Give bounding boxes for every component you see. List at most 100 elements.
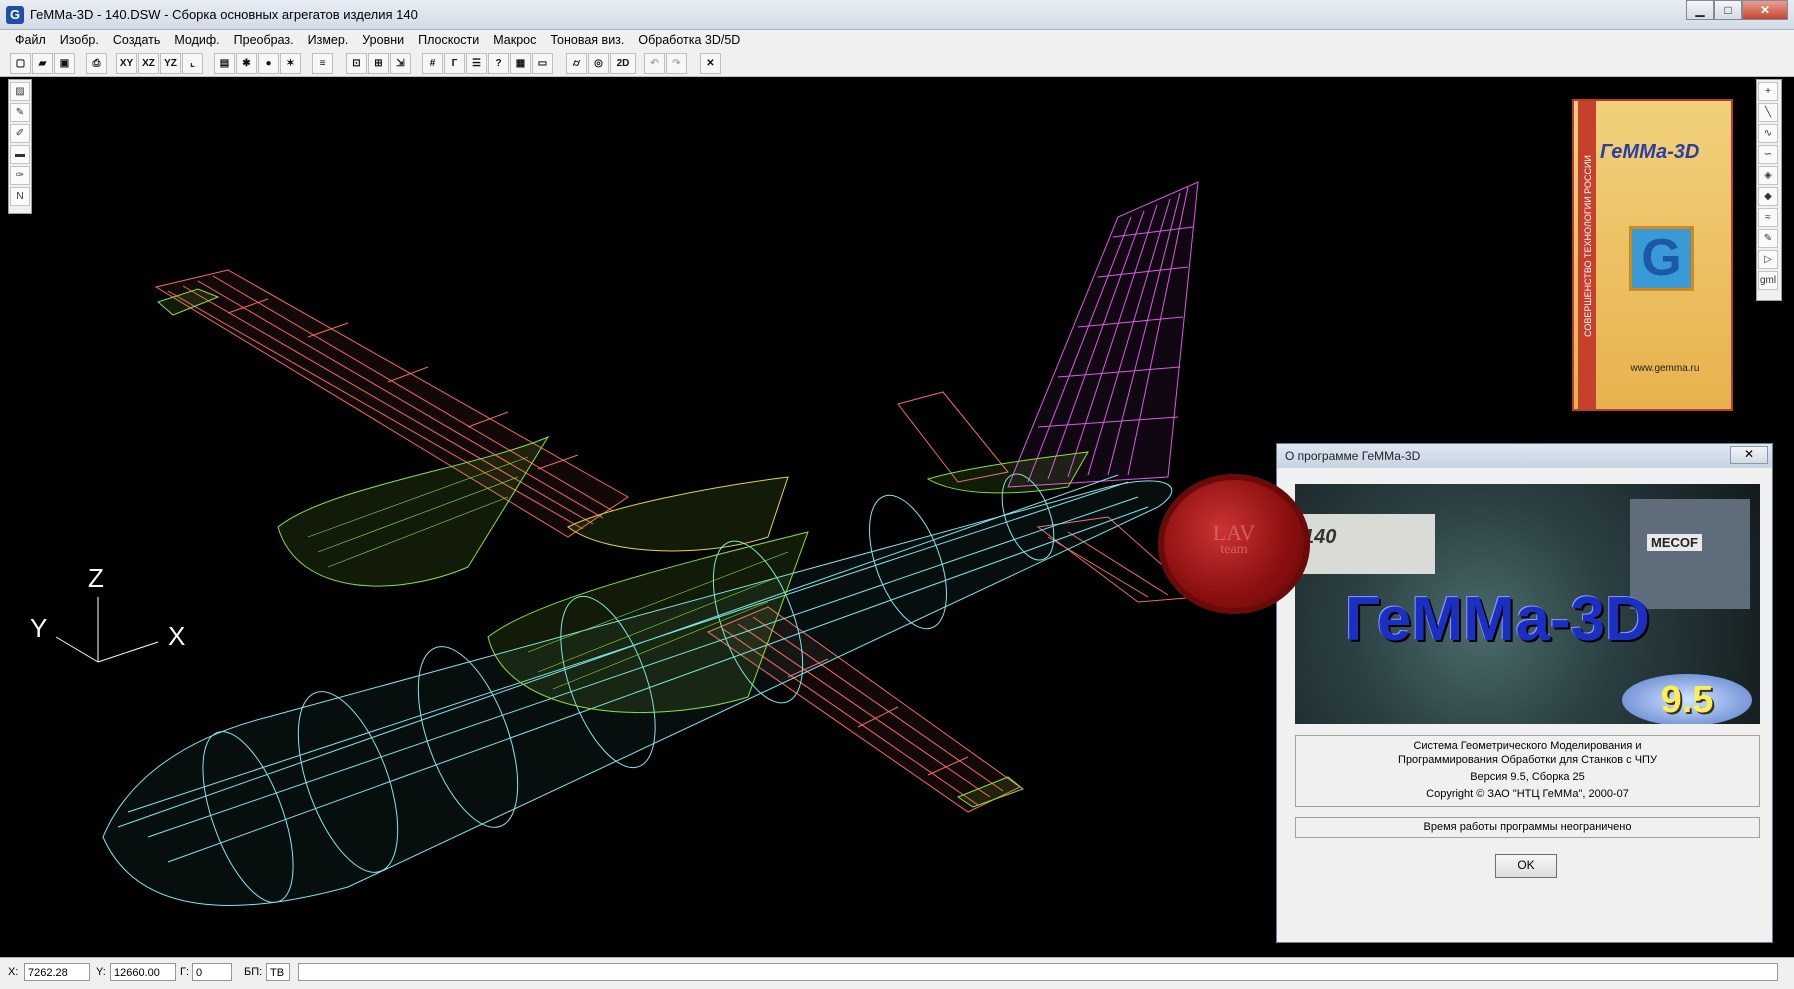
zoom-window-icon[interactable]: ⊡ — [346, 53, 367, 74]
dialog-title: О программе ГеММа-3D — [1277, 444, 1772, 468]
status-y: Y: 12660.00 — [96, 963, 176, 983]
open-folder-icon[interactable]: ▰ — [32, 53, 53, 74]
yellow-light-icon[interactable]: ● — [258, 53, 279, 74]
pen-icon[interactable]: ✎ — [10, 103, 30, 122]
minimize-button[interactable]: ▁ — [1686, 0, 1714, 20]
gml-button[interactable]: gml — [1758, 271, 1778, 290]
dialog-close-button[interactable]: ✕ — [1730, 446, 1768, 464]
menu-file[interactable]: Файл — [8, 30, 53, 50]
ok-button[interactable]: OK — [1495, 854, 1557, 878]
hatch-icon[interactable]: ▨ — [10, 82, 30, 101]
color-palette-icon[interactable]: ▦ — [510, 53, 531, 74]
status-y-label: Y: — [96, 966, 106, 978]
dropper-icon[interactable]: ✑ — [10, 166, 30, 185]
title-bar: G ГеММа-3D - 140.DSW - Сборка основных а… — [0, 0, 1794, 30]
brush-icon[interactable]: ✎ — [1758, 229, 1778, 248]
close-button[interactable]: ✕ — [1742, 0, 1788, 20]
cylinder-icon[interactable]: ⌭ — [566, 53, 587, 74]
main-toolbar: ▢ ▰ ▣ ⎙ XY XZ YZ ⌞ ▤ ✱ ● ✶ ≡ ⊡ ⊞ ⇲ # Г ☰… — [0, 50, 1794, 77]
zoom-all-icon[interactable]: ⊞ — [368, 53, 389, 74]
menu-image[interactable]: Изобр. — [53, 30, 106, 50]
menu-transform[interactable]: Преобраз. — [227, 30, 301, 50]
vertical-tail — [1007, 181, 1199, 488]
surface-icon[interactable]: ◎ — [588, 53, 609, 74]
banner-logo: ГеММа-3D — [1600, 141, 1700, 163]
status-y-value: 12660.00 — [110, 963, 176, 981]
about-copyright: Copyright © ЗАО "НТЦ ГеММа", 2000-07 — [1426, 788, 1629, 800]
about-dialog: О программе ГеММа-3D ✕ 140 MECOF ГеММа-3… — [1276, 443, 1773, 943]
menu-modify[interactable]: Модиф. — [167, 30, 226, 50]
window-controls: ▁ □ ✕ — [1686, 0, 1788, 20]
axis-x-label: X — [168, 621, 185, 651]
status-g-label: Г: — [180, 966, 190, 978]
status-x-label: X: — [8, 966, 19, 978]
monitor-icon[interactable]: ▭ — [532, 53, 553, 74]
menu-macro[interactable]: Макрос — [486, 30, 543, 50]
properties-icon[interactable]: ☰ — [466, 53, 487, 74]
about-line2: Программирования Обработки для Станков с… — [1398, 754, 1657, 766]
layers-icon[interactable]: ≡ — [312, 53, 333, 74]
status-g-value: 0 — [192, 963, 232, 981]
status-bp-value: ТВ — [266, 963, 290, 981]
undo-icon[interactable]: ↶ — [644, 53, 665, 74]
splash-image: 140 MECOF ГеММа-3D 9.5 — [1295, 484, 1760, 724]
menu-machining[interactable]: Обработка 3D/5D — [631, 30, 747, 50]
nc-icon[interactable]: N — [10, 187, 30, 206]
menu-create[interactable]: Создать — [106, 30, 168, 50]
left-toolbar: ▨ ✎ ✐ ▬ ✑ N — [8, 79, 32, 214]
surface-patch-icon[interactable]: ◈ — [1758, 166, 1778, 185]
wax-seal: LAV team — [1158, 474, 1310, 614]
new-file-icon[interactable]: ▢ — [10, 53, 31, 74]
close-view-button[interactable]: ✕ — [700, 53, 721, 74]
view-xy-button[interactable]: XY — [116, 53, 137, 74]
view-yz-button[interactable]: YZ — [160, 53, 181, 74]
multi-pen-icon[interactable]: ✐ — [10, 124, 30, 143]
menu-planes[interactable]: Плоскости — [411, 30, 486, 50]
menu-shading[interactable]: Тоновая виз. — [543, 30, 631, 50]
axis-z-label: Z — [88, 563, 104, 593]
status-x-value: 7262.28 — [24, 963, 90, 981]
status-bp: БП: ТВ — [244, 963, 290, 983]
banner-url: www.gemma.ru — [1630, 363, 1700, 374]
line-icon[interactable]: ╲ — [1758, 103, 1778, 122]
seal-text-team: team — [1220, 542, 1248, 557]
splash-version-badge: 9.5 — [1622, 674, 1752, 724]
add-point-icon[interactable]: + — [1758, 82, 1778, 101]
gamma-icon[interactable]: Г — [444, 53, 465, 74]
curve-icon[interactable]: ∿ — [1758, 124, 1778, 143]
splash-brand: ГеММа-3D — [1345, 585, 1650, 654]
offset-curve-icon[interactable]: ≈ — [1758, 208, 1778, 227]
grid-icon[interactable]: # — [422, 53, 443, 74]
flash-icon[interactable]: ✶ — [280, 53, 301, 74]
about-version: Версия 9.5, Сборка 25 — [1470, 771, 1585, 783]
menu-levels[interactable]: Уровни — [355, 30, 411, 50]
maximize-button[interactable]: □ — [1714, 0, 1742, 20]
status-bar: X: 7262.28 Y: 12660.00 Г: 0 БП: ТВ — [0, 957, 1794, 989]
banner-stripe: СОВЕРШЕНСТВО ТЕХНОЛОГИИ РОССИИ — [1578, 101, 1596, 409]
mode-2d-button[interactable]: 2D — [610, 53, 636, 74]
view-iso-icon[interactable]: ⌞ — [182, 53, 203, 74]
pick-help-icon[interactable]: ? — [488, 53, 509, 74]
zoom-dynamic-icon[interactable]: ⇲ — [390, 53, 411, 74]
app-icon[interactable]: G — [6, 6, 24, 24]
axis-y-label: Y — [30, 613, 47, 643]
ruler-icon[interactable]: ▬ — [10, 145, 30, 164]
about-info-box: Система Геометрического Моделирования и … — [1295, 735, 1760, 807]
shade-icon[interactable]: ◆ — [1758, 187, 1778, 206]
redo-icon[interactable]: ↷ — [666, 53, 687, 74]
banner-vertical-text: СОВЕРШЕНСТВО ТЕХНОЛОГИИ РОССИИ — [1583, 155, 1593, 337]
status-g: Г: 0 — [180, 963, 232, 983]
triangle-icon[interactable]: ▷ — [1758, 250, 1778, 269]
document-icon[interactable]: ▤ — [214, 53, 235, 74]
license-note: Время работы программы неограничено — [1295, 817, 1760, 838]
menu-bar: Файл Изобр. Создать Модиф. Преобраз. Изм… — [0, 30, 1794, 50]
view-xz-button[interactable]: XZ — [138, 53, 159, 74]
menu-measure[interactable]: Измер. — [301, 30, 356, 50]
print-icon[interactable]: ⎙ — [86, 53, 107, 74]
spline-icon[interactable]: ∽ — [1758, 145, 1778, 164]
splash-mecof-label: MECOF — [1647, 534, 1702, 551]
star-icon[interactable]: ✱ — [236, 53, 257, 74]
window-title: ГеММа-3D - 140.DSW - Сборка основных агр… — [30, 7, 418, 22]
save-icon[interactable]: ▣ — [54, 53, 75, 74]
status-x: X: 7262.28 — [8, 963, 90, 983]
